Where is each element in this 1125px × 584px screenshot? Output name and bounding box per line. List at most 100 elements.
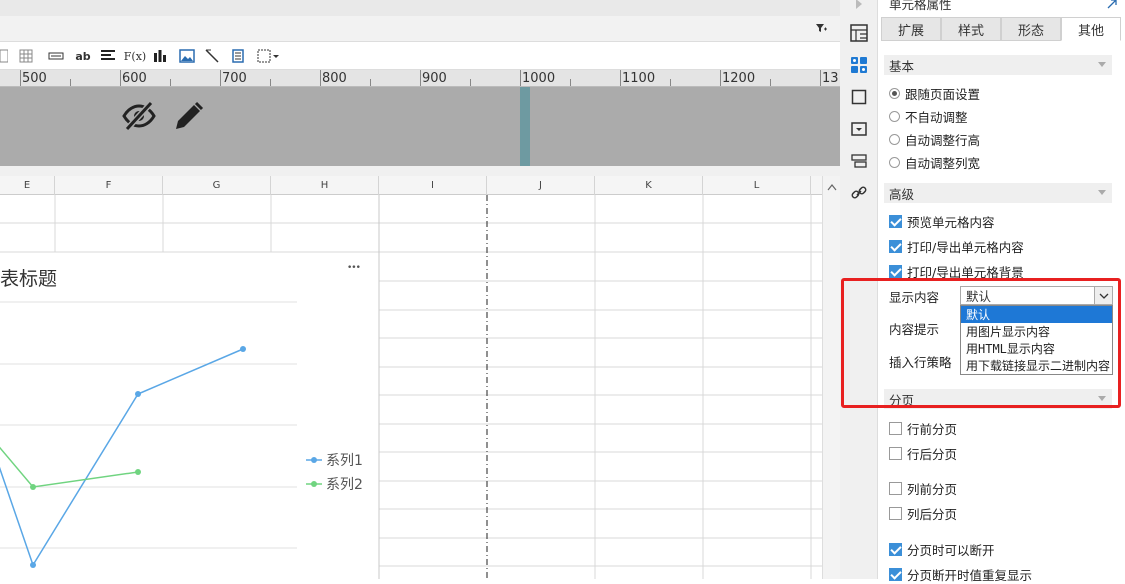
column-header-cell[interactable]: F (55, 176, 163, 195)
series-2-point[interactable] (30, 484, 36, 490)
sub-bar (0, 16, 840, 42)
section-title: 基本 (889, 58, 915, 74)
option-label: 分页断开时值重复显示 (907, 567, 1033, 583)
tab-form[interactable]: 形态 (1001, 17, 1061, 41)
text-ab-icon[interactable]: ab (74, 47, 92, 65)
link-icon[interactable] (849, 183, 869, 203)
option-label: 列前分页 (907, 481, 958, 497)
check-page-after-col[interactable]: 列后分页 (889, 504, 957, 522)
column-header-cell[interactable]: L (703, 176, 811, 195)
series-1-line (0, 348, 244, 567)
collapse-caret-icon[interactable] (1098, 190, 1106, 195)
textbox-icon[interactable] (48, 47, 64, 65)
column-header-cell[interactable]: I (379, 176, 487, 195)
grid-icon[interactable] (18, 47, 34, 65)
radio-icon[interactable] (889, 133, 900, 145)
document-icon[interactable] (230, 47, 246, 65)
radio-no-adjust[interactable]: 不自动调整 (889, 107, 968, 125)
column-header: E F G H I J K L (0, 176, 822, 195)
cell-expand-icon[interactable] (849, 23, 869, 43)
scroll-up-icon[interactable] (827, 180, 837, 194)
spreadsheet-grid[interactable]: 表标题 ••• 系列1 系列2 (0, 195, 822, 579)
vertical-scrollbar[interactable] (822, 176, 840, 579)
ruler-label: 1100 (622, 71, 656, 86)
column-header-cell[interactable]: G (163, 176, 271, 195)
ruler-label: 13 (822, 71, 839, 86)
option-label: 自动调整列宽 (905, 155, 981, 171)
option-label: 列后分页 (907, 506, 958, 522)
formula-icon[interactable]: F(x) (124, 47, 146, 65)
expand-panel-icon[interactable] (1107, 0, 1117, 12)
radio-icon[interactable] (889, 156, 900, 168)
option-label: 行后分页 (907, 446, 958, 462)
ruler-label: 1200 (722, 71, 756, 86)
bar-chart-icon[interactable] (152, 47, 168, 65)
option-label: 打印/导出单元格内容 (907, 239, 1024, 255)
horizontal-ruler: 500 600 700 800 900 1000 1100 1200 13 (0, 70, 840, 87)
legend-item-series-2[interactable]: 系列2 (306, 474, 363, 494)
checkbox-icon[interactable] (889, 446, 902, 460)
column-header-cell[interactable]: E (0, 176, 55, 195)
tab-extend[interactable]: 扩展 (881, 17, 941, 41)
collapse-arrow-icon[interactable] (849, 0, 869, 14)
check-print-content[interactable]: 打印/导出单元格内容 (889, 237, 1024, 255)
option-label: 自动调整行高 (905, 132, 981, 148)
column-header-cell[interactable]: K (595, 176, 703, 195)
option-label: 不自动调整 (905, 109, 968, 125)
column-header-cell[interactable]: J (487, 176, 595, 195)
tab-other[interactable]: 其他 (1061, 17, 1121, 41)
tab-style[interactable]: 样式 (941, 17, 1001, 41)
check-page-before-col[interactable]: 列前分页 (889, 479, 957, 497)
section-title: 高级 (889, 186, 915, 202)
image-icon[interactable] (178, 47, 196, 65)
check-repeat-on-break[interactable]: 分页断开时值重复显示 (889, 565, 1032, 583)
checkbox-icon[interactable] (889, 506, 902, 520)
check-page-after-row[interactable]: 行后分页 (889, 444, 957, 462)
collapse-caret-icon[interactable] (1098, 62, 1106, 67)
radio-follow-page[interactable]: 跟随页面设置 (889, 84, 980, 102)
page-boundary-marker[interactable] (520, 87, 530, 166)
pencil-icon[interactable] (173, 100, 205, 135)
series-1-point[interactable] (30, 562, 36, 568)
hide-eye-icon[interactable] (122, 100, 156, 134)
sheet-gap (0, 166, 840, 176)
checkbox-icon[interactable] (889, 542, 902, 556)
series-2-point[interactable] (135, 469, 141, 475)
ruler-label: 600 (122, 71, 147, 86)
section-advanced[interactable]: 高级 (884, 183, 1112, 203)
ruler-label: 700 (222, 71, 247, 86)
table-icon[interactable] (0, 47, 8, 65)
slash-icon[interactable] (204, 47, 220, 65)
checkbox-icon[interactable] (889, 239, 902, 253)
ruler-label: 500 (22, 71, 47, 86)
checkbox-icon[interactable] (889, 264, 902, 278)
radio-icon[interactable] (889, 87, 900, 99)
radio-icon[interactable] (889, 110, 900, 122)
highlight-annotation-box (841, 278, 1121, 408)
layers-icon[interactable] (849, 151, 869, 171)
frame-icon[interactable] (849, 87, 869, 107)
checkbox-icon[interactable] (889, 481, 902, 495)
line-chart[interactable]: 表标题 ••• 系列1 系列2 (0, 253, 378, 579)
checkbox-icon[interactable] (889, 214, 902, 228)
column-header-cell[interactable]: H (271, 176, 379, 195)
filter-icon[interactable] (815, 22, 827, 37)
series-1-point[interactable] (135, 391, 141, 397)
cell-properties-icon[interactable] (849, 55, 869, 75)
top-bar (0, 0, 840, 16)
section-basic[interactable]: 基本 (884, 55, 1112, 75)
option-label: 跟随页面设置 (905, 86, 981, 102)
checkbox-icon[interactable] (889, 421, 902, 435)
panel-header: 单元格属性 (889, 0, 952, 12)
widget-icon[interactable] (849, 119, 869, 139)
format-toolbar: ab F(x) (0, 42, 840, 70)
radio-auto-row-height[interactable]: 自动调整行高 (889, 130, 980, 148)
check-allow-break[interactable]: 分页时可以断开 (889, 540, 995, 558)
legend-item-series-1[interactable]: 系列1 (306, 450, 363, 470)
radio-auto-col-width[interactable]: 自动调整列宽 (889, 153, 980, 171)
align-icon[interactable] (100, 47, 116, 65)
check-page-before-row[interactable]: 行前分页 (889, 419, 957, 437)
border-dropdown-icon[interactable] (256, 47, 280, 65)
check-preview-content[interactable]: 预览单元格内容 (889, 212, 995, 230)
series-1-point[interactable] (240, 346, 246, 352)
